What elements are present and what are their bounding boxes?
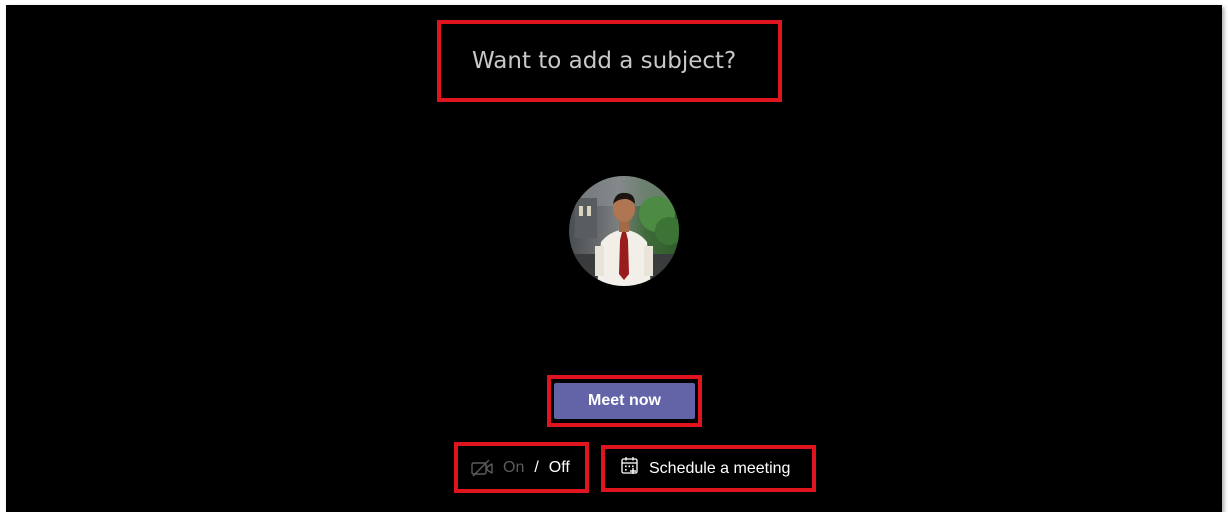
avatar bbox=[569, 176, 679, 286]
subject-placeholder[interactable]: Want to add a subject? bbox=[472, 48, 736, 74]
video-off-option[interactable]: Off bbox=[549, 459, 570, 477]
schedule-meeting-button[interactable]: Schedule a meeting bbox=[601, 445, 816, 492]
toggle-separator: / bbox=[534, 458, 539, 476]
schedule-meeting-label: Schedule a meeting bbox=[649, 459, 791, 477]
subject-field-highlight[interactable]: Want to add a subject? bbox=[437, 20, 782, 102]
video-off-icon[interactable] bbox=[470, 458, 496, 478]
meet-now-button[interactable]: Meet now bbox=[554, 383, 695, 419]
video-on-option[interactable]: On bbox=[503, 459, 524, 477]
video-toggle[interactable]: On / Off bbox=[454, 442, 589, 493]
user-photo-icon bbox=[569, 176, 679, 286]
calendar-add-icon bbox=[620, 456, 640, 481]
meet-now-panel: Want to add a subject? Meet now On / Off… bbox=[6, 5, 1222, 512]
meet-now-highlight: Meet now bbox=[547, 375, 702, 427]
